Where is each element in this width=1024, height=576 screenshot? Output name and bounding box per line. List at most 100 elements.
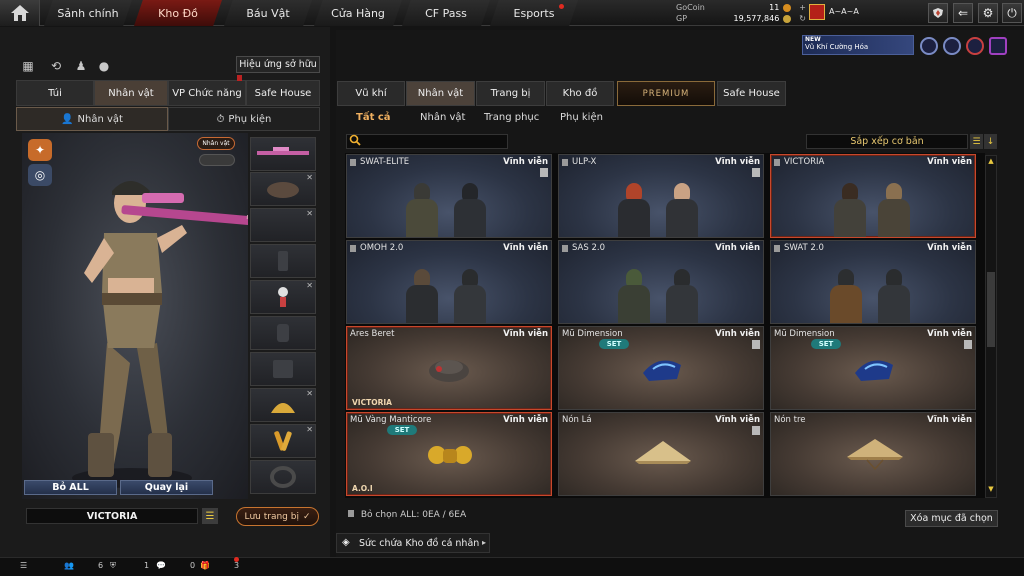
item-card[interactable]: OMOH 2.0 Vĩnh viễn <box>346 240 552 324</box>
back-button[interactable]: Quay lại <box>120 480 213 495</box>
item-card[interactable]: ULP-X Vĩnh viễn <box>558 154 764 238</box>
search-input[interactable] <box>346 134 508 149</box>
sort-direction-icon[interactable]: ↓ <box>984 134 997 149</box>
exit-icon[interactable]: ⇐ <box>953 3 973 23</box>
clan-shield-icon[interactable] <box>928 3 948 23</box>
clan-icon[interactable]: ⛨ <box>110 561 116 571</box>
gift-icon[interactable]: 🎁 <box>200 561 210 570</box>
equip-slot-pet[interactable]: ✕ <box>250 280 316 314</box>
remove-icon[interactable]: ✕ <box>306 389 313 398</box>
characters-icon[interactable]: ♟ <box>73 58 89 74</box>
remove-all-button[interactable]: Bỏ ALL <box>24 480 117 495</box>
nav-tab-shop[interactable]: Cửa Hàng <box>314 0 402 26</box>
globe-icon[interactable] <box>943 37 961 55</box>
accessory-icon: ⏱ <box>216 113 225 125</box>
nav-tab-lobby[interactable]: Sảnh chính <box>44 0 132 26</box>
equip-slot-gloves[interactable] <box>250 316 316 350</box>
item-card-selected[interactable]: Ares Beret Vĩnh viễn VICTORIA <box>346 326 552 410</box>
left-tab-safe-house[interactable]: Safe House <box>246 80 320 106</box>
left-tab-character[interactable]: Nhân vật <box>94 80 168 106</box>
tab-characters[interactable]: Nhân vật <box>406 81 475 106</box>
eagle-emblem-icon[interactable]: ✦ <box>28 139 52 161</box>
item-card[interactable]: SAS 2.0 Vĩnh viễn <box>558 240 764 324</box>
equip-slot-ring[interactable] <box>250 460 316 494</box>
remove-icon[interactable]: ✕ <box>306 173 313 182</box>
dimension-helmet-icon <box>855 360 893 381</box>
item-card[interactable]: SWAT-ELITE Vĩnh viễn <box>346 154 552 238</box>
character-preview[interactable] <box>22 133 261 499</box>
event-emblem-icon[interactable] <box>920 37 938 55</box>
settings-gear-icon[interactable]: ⚙ <box>978 3 998 23</box>
filter-accessory[interactable]: Phụ kiện <box>560 112 603 123</box>
equip-slot-weapon[interactable] <box>250 137 316 171</box>
filter-all[interactable]: Tất cả <box>356 112 391 123</box>
nav-tab-treasure[interactable]: Báu Vật <box>224 0 312 26</box>
equip-slot-head[interactable]: ✕ <box>250 172 316 206</box>
notification-dot <box>234 557 239 562</box>
nav-tab-esports[interactable]: Esports <box>490 0 578 26</box>
tab-safe-house[interactable]: Safe House <box>717 81 786 106</box>
dimension-helmet-icon <box>643 360 681 381</box>
home-button[interactable] <box>0 0 40 26</box>
soldier-figure <box>453 265 487 323</box>
nav-tab-inventory[interactable]: Kho Đồ <box>134 0 222 26</box>
item-card[interactable]: Mũ Dimension Vĩnh viễn SET <box>770 326 976 410</box>
clear-selected-button[interactable]: Xóa mục đã chọn <box>905 510 998 527</box>
add-gocoin-icon[interactable]: + <box>799 3 806 12</box>
menu-list-icon[interactable]: ☰ <box>20 561 27 570</box>
menu-list-icon[interactable]: ☰ <box>202 508 218 524</box>
vip-icon[interactable] <box>989 37 1007 55</box>
scroll-thumb[interactable] <box>987 272 995 347</box>
event-icon[interactable] <box>966 37 984 55</box>
equip-slot-face[interactable]: ✕ <box>250 208 316 242</box>
rotate-icon[interactable]: ⟲ <box>48 58 64 74</box>
left-tab-bag[interactable]: Túi <box>16 80 94 106</box>
remove-icon[interactable]: ✕ <box>306 425 313 434</box>
tab-premium[interactable]: PREMIUM <box>617 81 715 106</box>
trash-icon[interactable] <box>964 340 972 349</box>
power-icon[interactable]: ⏻ <box>1002 3 1022 23</box>
trash-icon[interactable] <box>752 340 760 349</box>
item-card[interactable]: SWAT 2.0 Vĩnh viễn <box>770 240 976 324</box>
equip-slot-accessory-2[interactable]: ✕ <box>250 424 316 458</box>
filter-character[interactable]: Nhân vật <box>420 112 465 123</box>
scroll-up-icon[interactable]: ▲ <box>987 157 995 165</box>
tab-storage[interactable]: Kho đồ <box>546 81 614 106</box>
nav-tab-cf-pass[interactable]: CF Pass <box>402 0 490 26</box>
refresh-icon[interactable]: ↻ <box>799 14 806 23</box>
tab-equipment[interactable]: Trang bị <box>476 81 545 106</box>
item-card-selected[interactable]: VICTORIA Vĩnh viễn <box>770 154 976 238</box>
item-card[interactable]: Mũ Dimension Vĩnh viễn SET <box>558 326 764 410</box>
subtab-accessory[interactable]: ⏱ Phụ kiện <box>168 107 320 131</box>
ownership-effect-button[interactable]: Hiệu ứng sở hữu <box>236 56 320 73</box>
friends-icon[interactable]: 👥 <box>64 561 74 570</box>
item-card-selected[interactable]: Mũ Vàng Manticore Vĩnh viễn SET A.O.I <box>346 412 552 496</box>
sort-select[interactable]: Sắp xếp cơ bản <box>806 134 968 149</box>
toggle-badge[interactable] <box>199 154 235 166</box>
bottom-bar <box>0 557 1024 576</box>
deselect-all-status[interactable]: Bỏ chọn ALL: 0EA / 6EA <box>348 510 466 520</box>
list-view-icon[interactable]: ☰ <box>970 134 983 149</box>
equip-slot-vest[interactable] <box>250 244 316 278</box>
inventory-capacity-button[interactable]: ◈ Sức chứa Kho đồ cá nhân ▸ <box>336 533 490 553</box>
mask-icon[interactable]: ◎ <box>28 164 52 186</box>
pet-icon[interactable]: ● <box>96 58 112 74</box>
subtab-character[interactable]: 👤 Nhân vật <box>16 107 168 131</box>
equip-slot-backpack[interactable] <box>250 352 316 386</box>
remove-icon[interactable]: ✕ <box>306 209 313 218</box>
remove-icon[interactable]: ✕ <box>306 281 313 290</box>
character-badge[interactable]: Nhân vật <box>197 137 235 150</box>
gift-box-icon[interactable]: ▦ <box>20 58 36 74</box>
trash-icon[interactable] <box>752 426 760 435</box>
filter-outfit[interactable]: Trang phục <box>484 112 539 123</box>
tab-weapons[interactable]: Vũ khí <box>337 81 405 106</box>
trash-icon[interactable] <box>540 168 548 177</box>
item-card[interactable]: Nón Lá Vĩnh viễn <box>558 412 764 496</box>
equip-slot-accessory-1[interactable]: ✕ <box>250 388 316 422</box>
left-tab-functional-items[interactable]: VP Chức năng <box>168 75 246 106</box>
item-card[interactable]: Nón tre Vĩnh viễn <box>770 412 976 496</box>
scroll-down-icon[interactable]: ▼ <box>987 485 995 493</box>
save-outfit-button[interactable]: Lưu trang bị ✓ <box>236 507 319 526</box>
trash-icon[interactable] <box>752 168 760 177</box>
chat-icon[interactable]: 💬 <box>156 561 166 570</box>
